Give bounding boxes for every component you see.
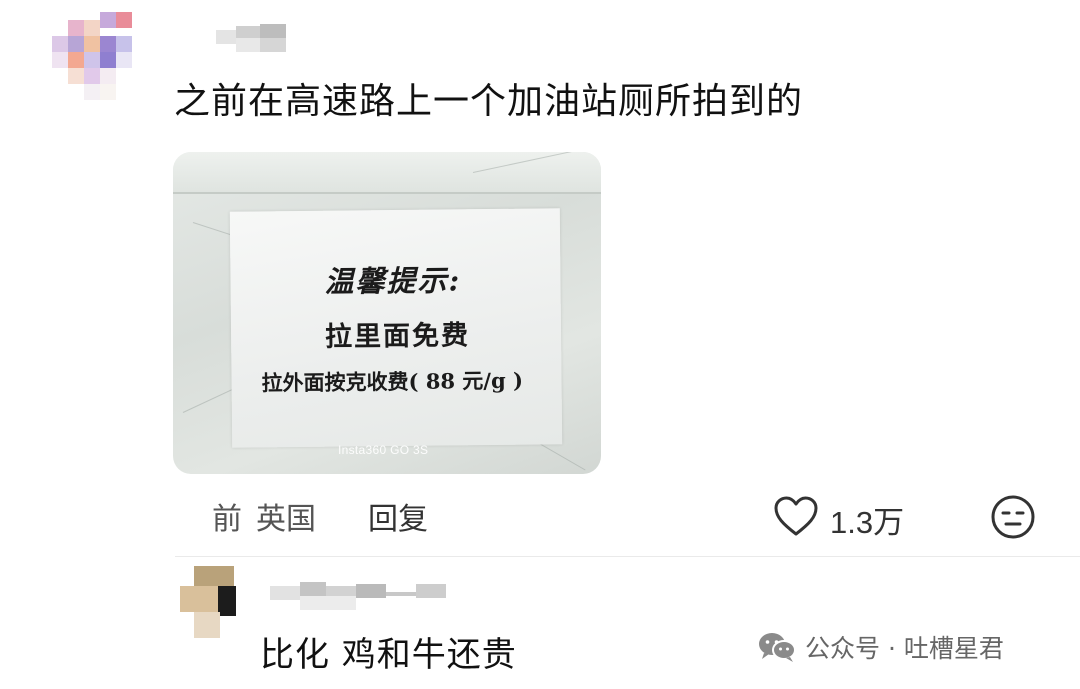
- comment-text: 之前在高速路上一个加油站厕所拍到的: [174, 81, 804, 122]
- notice-paper: 温馨提示: 拉里面免费 拉外面按克收费( 88 元/g ): [229, 208, 563, 448]
- commenter-username-blurred[interactable]: [216, 22, 288, 52]
- camera-watermark: Insta360 GO 3S: [338, 443, 429, 457]
- heart-outline-icon[interactable]: [773, 495, 819, 537]
- comment-time: 前: [212, 502, 242, 537]
- wechat-icon: [757, 631, 797, 663]
- reply-avatar[interactable]: [180, 566, 252, 642]
- divider: [175, 556, 1080, 557]
- comment-photo[interactable]: 温馨提示: 拉里面免费 拉外面按克收费( 88 元/g ) Insta360 G…: [173, 152, 601, 474]
- reply-username-blurred[interactable]: [270, 580, 450, 610]
- comment-location: 英国: [256, 502, 316, 537]
- comment-meta: 前英国: [212, 494, 316, 538]
- watermark: 公众号 · 吐槽星君: [757, 629, 1004, 665]
- neutral-face-icon[interactable]: [990, 494, 1036, 540]
- sign-title: 温馨提示:: [324, 263, 462, 299]
- sign-line-free: 拉里面免费: [324, 320, 471, 353]
- reply-text: 比化 鸡和牛还贵: [260, 635, 517, 675]
- watermark-text: 公众号 · 吐槽星君: [805, 634, 1004, 663]
- reply-button[interactable]: 回复: [368, 494, 428, 538]
- sign-line-fee: 拉外面按克收费( 88 元/g ): [261, 367, 524, 396]
- like-count: 1.3万: [830, 505, 905, 540]
- commenter-avatar[interactable]: [50, 8, 146, 118]
